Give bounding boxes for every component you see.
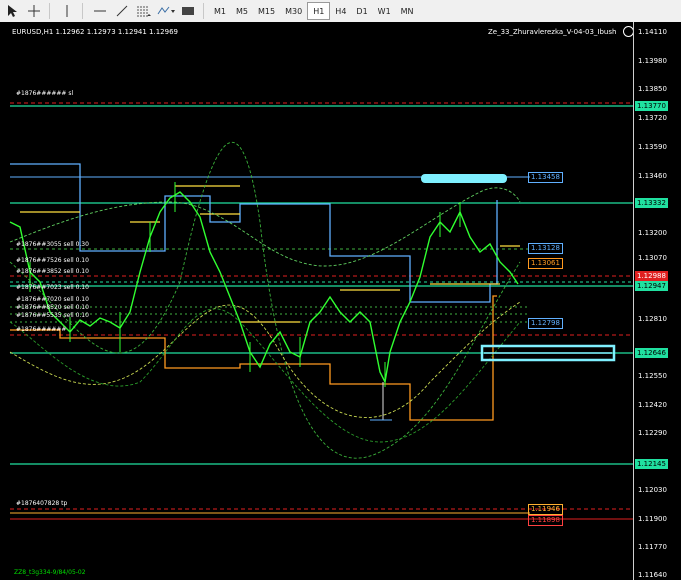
timeframe-m15[interactable]: M15	[253, 2, 280, 20]
order-label: #1876407828 tp	[16, 500, 68, 507]
price-tick: 1.13980	[638, 57, 667, 65]
indicator-footer: ZZ8_t3g334-9/84/05-02	[14, 569, 86, 576]
vertical-line-icon[interactable]	[57, 2, 77, 20]
order-label: #1876##8520 sell 0.10	[16, 304, 89, 311]
timeframe-h1[interactable]: H1	[307, 2, 331, 20]
chart-canvas	[9, 102, 633, 520]
line-label: 1.11946	[528, 504, 563, 515]
crosshair-icon[interactable]	[24, 2, 44, 20]
horizontal-line-icon[interactable]	[90, 2, 110, 20]
price-tick: 1.12420	[638, 401, 667, 409]
price-tick: 1.13720	[638, 114, 667, 122]
cursor-icon[interactable]	[2, 2, 22, 20]
order-label: #1876##3055 sell 0.30	[16, 241, 89, 248]
price-tick: 1.12550	[638, 372, 667, 380]
price-axis[interactable]: 1.14110 1.13980 1.13850 1.13720 1.13590 …	[633, 22, 681, 580]
candle-wicks	[29, 182, 461, 387]
toolbar-separator	[203, 3, 204, 19]
price-tag: 1.12145	[635, 459, 668, 469]
toolbar-separator	[49, 3, 50, 19]
timeframe-m30[interactable]: M30	[280, 2, 307, 20]
price-tag: 1.13332	[635, 198, 668, 208]
line-label: 1.13128	[528, 243, 563, 254]
order-label: #1876##3852 sell 0.10	[16, 268, 89, 275]
line-label: 1.13458	[528, 172, 563, 183]
price-tick: 1.11640	[638, 571, 667, 579]
timeframe-m1[interactable]: M1	[209, 2, 231, 20]
order-label: #1876##7020 sell 0.10	[16, 296, 89, 303]
timeframe-m5[interactable]: M5	[231, 2, 253, 20]
period-icon[interactable]	[178, 2, 198, 20]
price-chart[interactable]: EURUSD,H1 1.12962 1.12973 1.12941 1.1296…	[0, 22, 681, 580]
blue-step-line	[10, 163, 498, 303]
chart-toolbar: M1 M5 M15 M30 H1 H4 D1 W1 MN	[0, 0, 681, 23]
price-tag: 1.13770	[635, 101, 668, 111]
line-label: 1.11898	[528, 515, 563, 526]
timeframe-w1[interactable]: W1	[373, 2, 396, 20]
price-tick: 1.12290	[638, 429, 667, 437]
price-tick: 1.13590	[638, 143, 667, 151]
timeframe-d1[interactable]: D1	[351, 2, 372, 20]
line-label: 1.12798	[528, 318, 563, 329]
fibonacci-icon[interactable]	[134, 2, 154, 20]
price-tag: 1.12646	[635, 348, 668, 358]
timeframe-mn[interactable]: MN	[396, 2, 419, 20]
price-tick: 1.13460	[638, 172, 667, 180]
price-tag: 1.12988	[635, 271, 668, 281]
order-label: #1876##7023 sell 0.10	[16, 284, 89, 291]
price-tick: 1.11770	[638, 543, 667, 551]
timeframe-h4[interactable]: H4	[330, 2, 351, 20]
price-tick: 1.13850	[638, 85, 667, 93]
cyan-marker	[421, 174, 507, 183]
symbol-header: EURUSD,H1 1.12962 1.12973 1.12941 1.1296…	[12, 28, 178, 36]
line-label: 1.13061	[528, 258, 563, 269]
price-tick: 1.13200	[638, 229, 667, 237]
price-tick: 1.13070	[638, 254, 667, 262]
price-tick: 1.12030	[638, 486, 667, 494]
order-label: #1876##7526 sell 0.10	[16, 257, 89, 264]
toolbar-separator	[82, 3, 83, 19]
price-tick: 1.11900	[638, 515, 667, 523]
order-label: #1876##5535 sell 0.10	[16, 312, 89, 319]
order-label: #1876###### sl	[16, 90, 74, 97]
indicator-name: Ze_33_Zhuravlerezka_V-04-03_Ibush	[488, 28, 617, 36]
order-label: #1876######	[16, 326, 67, 333]
price-tag: 1.12947	[635, 281, 668, 291]
price-tick: 1.12810	[638, 315, 667, 323]
trendline-icon[interactable]	[112, 2, 132, 20]
shapes-icon[interactable]	[156, 2, 176, 20]
price-tick: 1.14110	[638, 28, 667, 36]
